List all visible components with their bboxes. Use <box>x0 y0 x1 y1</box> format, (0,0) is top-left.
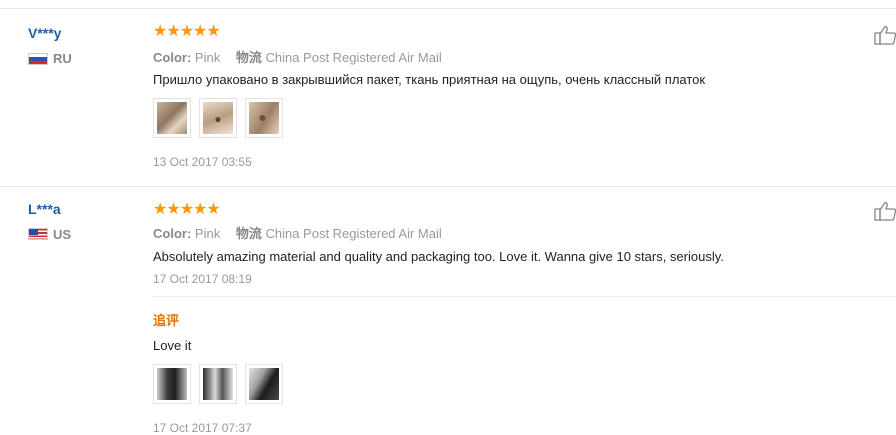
followup-photos <box>153 364 283 404</box>
flag-us-icon <box>28 228 48 240</box>
flag-ru-icon <box>28 53 48 65</box>
logistics-label: 物流 <box>235 50 262 65</box>
color-label: Color: <box>153 50 192 65</box>
followup-photo-thumbnail[interactable] <box>199 364 237 404</box>
thumbs-up-icon[interactable] <box>874 25 896 45</box>
review-text: Absolutely amazing material and quality … <box>153 249 724 264</box>
logistics-value: China Post Registered Air Mail <box>265 226 442 241</box>
followup-text: Love it <box>153 338 192 353</box>
logistics-value: China Post Registered Air Mail <box>265 50 442 65</box>
followup-date: 17 Oct 2017 07:37 <box>153 421 252 435</box>
rating-stars: ★★★★★ <box>153 23 221 40</box>
color-value: Pink <box>194 226 221 241</box>
review-date: 13 Oct 2017 03:55 <box>153 155 252 169</box>
followup-divider <box>153 296 896 297</box>
reviewer-name[interactable]: L***a <box>28 201 61 217</box>
review-photo-thumbnail[interactable] <box>199 98 237 138</box>
review-text: Пришло упаковано в закрывшийся пакет, тк… <box>153 72 706 87</box>
order-info: Color: Pink 物流 China Post Registered Air… <box>153 223 454 242</box>
followup-label: 追评 <box>153 313 180 328</box>
review-date: 17 Oct 2017 08:19 <box>153 272 252 286</box>
thumbs-up-icon[interactable] <box>874 201 896 221</box>
order-info: Color: Pink 物流 China Post Registered Air… <box>153 47 454 66</box>
review-item: L***a US ★★★★★ Color: Pink 物流 China Post… <box>0 187 896 435</box>
reviewer-country: US <box>53 227 72 242</box>
review-photo-thumbnail[interactable] <box>245 98 283 138</box>
rating-stars: ★★★★★ <box>153 201 221 218</box>
review-item: V***y RU ★★★★★ Color: Pink 物流 China Post… <box>0 9 896 186</box>
followup-photo-thumbnail[interactable] <box>245 364 283 404</box>
color-value: Pink <box>194 50 221 65</box>
followup-photo-thumbnail[interactable] <box>153 364 191 404</box>
logistics-label: 物流 <box>235 226 262 241</box>
color-label: Color: <box>153 226 192 241</box>
review-photo-thumbnail[interactable] <box>153 98 191 138</box>
review-photos <box>153 98 283 138</box>
reviewer-name[interactable]: V***y <box>28 25 61 41</box>
reviewer-country: RU <box>53 51 72 66</box>
